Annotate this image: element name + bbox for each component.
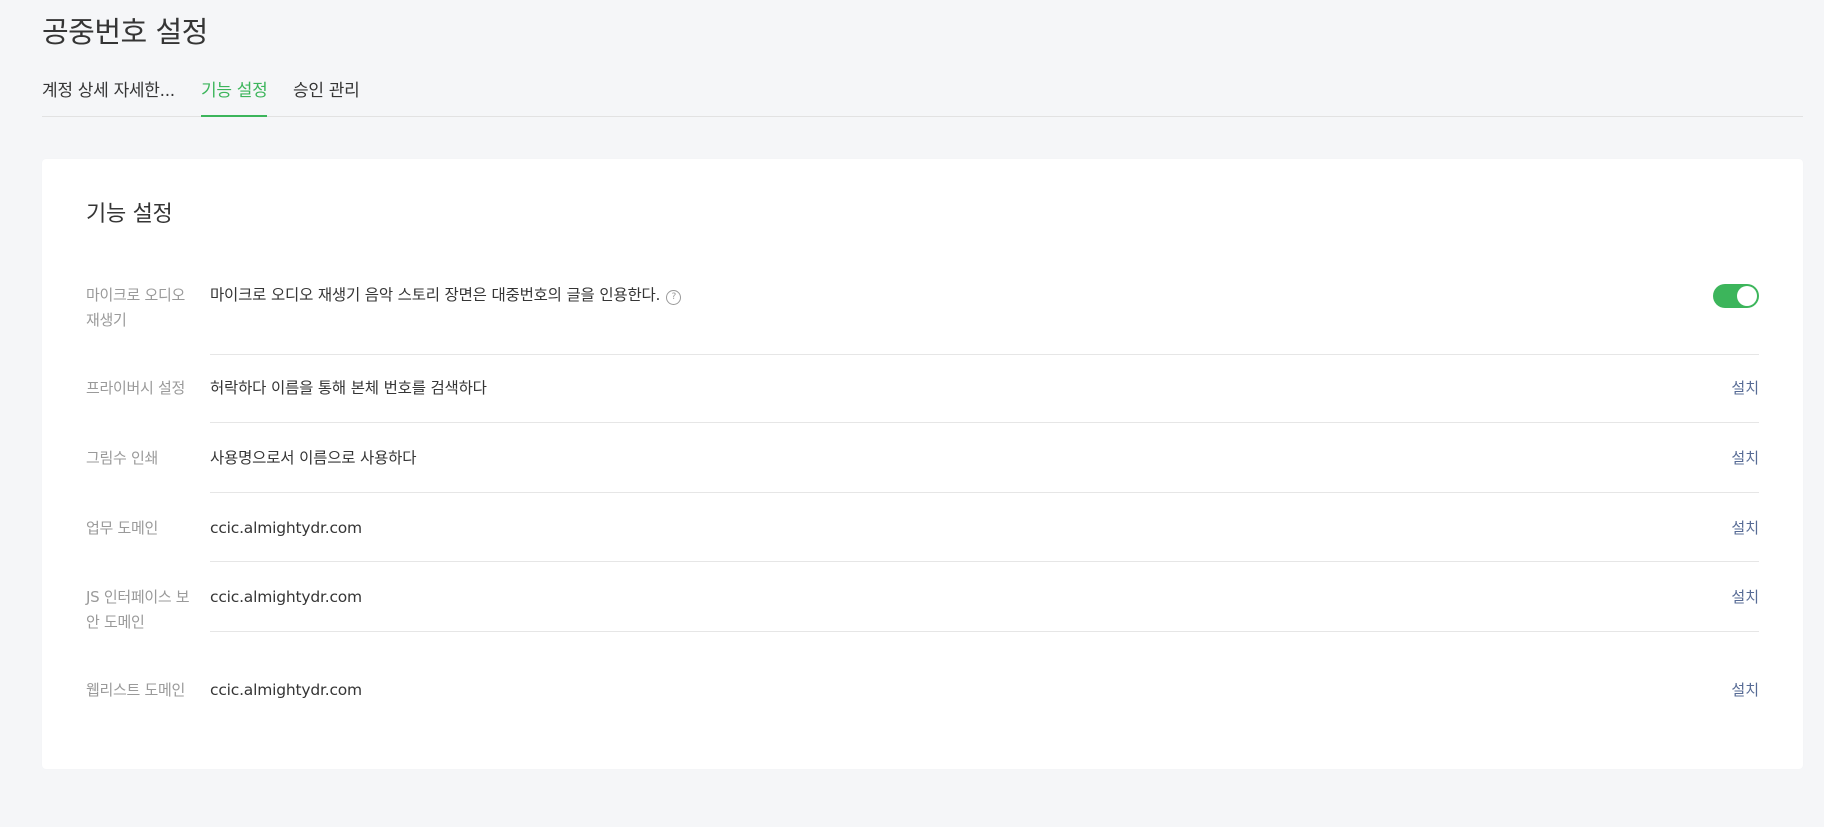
row-content: ccic.almightydr.com 설치: [210, 516, 1759, 562]
row-label: JS 인터페이스 보안 도메인: [86, 588, 190, 631]
watermark-setup-link[interactable]: 설치: [1731, 446, 1759, 471]
row-label: 프라이버시 설정: [86, 379, 185, 397]
tab-account-details[interactable]: 계정 상세 자세한...: [42, 74, 175, 116]
settings-row-privacy: 프라이버시 설정 허락하다 이름을 통해 본체 번호를 검색하다 설치: [86, 376, 1759, 423]
settings-row-web-domain: 웹리스트 도메인 ccic.almightydr.com 설치: [86, 678, 1759, 708]
row-content: ccic.almightydr.com 설치: [210, 585, 1759, 632]
settings-row-watermark: 그림수 인쇄 사용명으로서 이름으로 사용하다 설치: [86, 446, 1759, 493]
audio-player-toggle[interactable]: [1713, 284, 1759, 308]
row-label: 업무 도메인: [86, 519, 158, 537]
privacy-setup-link[interactable]: 설치: [1731, 376, 1759, 401]
help-icon[interactable]: ?: [666, 290, 682, 305]
row-value: ccic.almightydr.com: [210, 588, 362, 606]
settings-row-js-domain: JS 인터페이스 보안 도메인 ccic.almightydr.com 설치: [86, 585, 1759, 632]
tab-approval-management[interactable]: 승인 관리: [293, 74, 360, 116]
settings-row-audio-player: 마이크로 오디오 재생기 마이크로 오디오 재생기 음악 스토리 장면은 대중번…: [86, 283, 1759, 355]
row-content: 허락하다 이름을 통해 본체 번호를 검색하다 설치: [210, 376, 1759, 423]
row-label: 웹리스트 도메인: [86, 681, 185, 699]
toggle-knob: [1737, 286, 1757, 306]
row-content: ccic.almightydr.com 설치: [210, 678, 1759, 708]
row-label: 그림수 인쇄: [86, 449, 158, 467]
row-content: 사용명으로서 이름으로 사용하다 설치: [210, 446, 1759, 493]
row-value-text: 마이크로 오디오 재생기 음악 스토리 장면은 대중번호의 글을 인용한다.: [210, 286, 661, 304]
settings-card: 기능 설정 마이크로 오디오 재생기 마이크로 오디오 재생기 음악 스토리 장…: [42, 159, 1803, 769]
business-domain-setup-link[interactable]: 설치: [1731, 516, 1759, 541]
row-value: ccic.almightydr.com: [210, 519, 362, 537]
row-content: 마이크로 오디오 재생기 음악 스토리 장면은 대중번호의 글을 인용한다.?: [210, 283, 1759, 355]
row-value: 허락하다 이름을 통해 본체 번호를 검색하다: [210, 379, 487, 397]
card-title: 기능 설정: [86, 202, 173, 227]
row-label: 마이크로 오디오 재생기: [86, 286, 185, 329]
row-value: 마이크로 오디오 재생기 음악 스토리 장면은 대중번호의 글을 인용한다.?: [210, 283, 682, 308]
web-domain-setup-link[interactable]: 설치: [1731, 678, 1759, 703]
page-title: 공중번호 설정: [42, 15, 208, 49]
row-value: ccic.almightydr.com: [210, 681, 362, 699]
row-value: 사용명으로서 이름으로 사용하다: [210, 449, 417, 467]
tab-feature-settings[interactable]: 기능 설정: [201, 74, 268, 117]
settings-row-business-domain: 업무 도메인 ccic.almightydr.com 설치: [86, 516, 1759, 562]
js-domain-setup-link[interactable]: 설치: [1731, 585, 1759, 610]
tab-bar: 계정 상세 자세한... 기능 설정 승인 관리: [42, 74, 1803, 117]
